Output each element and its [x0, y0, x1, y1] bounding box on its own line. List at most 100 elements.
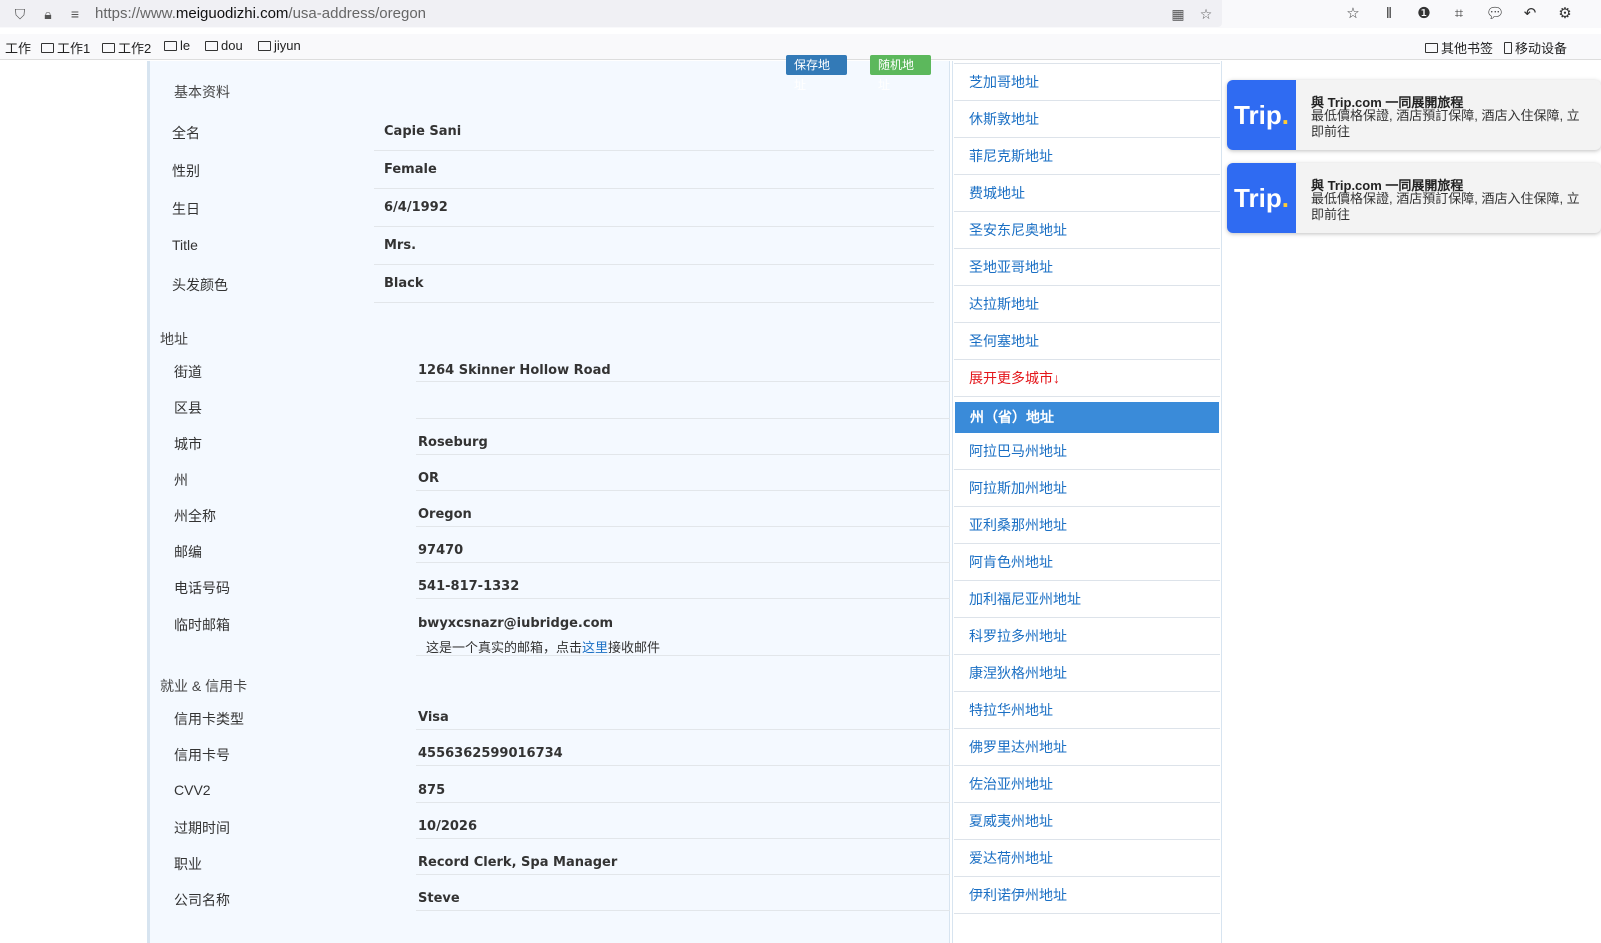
divider	[374, 150, 934, 151]
row-label: 电话号码	[174, 580, 230, 596]
random-address-button[interactable]: 随机地址	[870, 55, 931, 92]
cvv-value: 875	[418, 783, 446, 798]
qr-code-icon[interactable]: ▦	[1168, 4, 1188, 24]
sidebar-state-link[interactable]: 科罗拉多州地址	[954, 618, 1220, 655]
lock-icon[interactable]: 🔒︎	[38, 4, 58, 24]
divider	[416, 802, 950, 803]
crop-icon[interactable]: ⌗	[1447, 3, 1471, 25]
trip-ad[interactable]: Trip. 與 Trip.com 一同展開旅程 最低價格保證, 酒店預訂保障, …	[1227, 80, 1601, 150]
bookmark-folder[interactable]: le	[164, 38, 190, 53]
row-label: 头发颜色	[172, 277, 228, 293]
folder-icon	[1425, 42, 1438, 53]
bookmark-star-icon[interactable]: ☆	[1196, 4, 1216, 24]
sidebar-state-link[interactable]: 佐治亚州地址	[954, 766, 1220, 803]
library-icon[interactable]: ‖	[1377, 3, 1401, 25]
divider	[416, 454, 950, 455]
company-value: Steve	[418, 891, 460, 906]
divider	[416, 874, 950, 875]
sidebar-city-link[interactable]: 菲尼克斯地址	[954, 138, 1220, 175]
sidebar-state-link[interactable]: 加利福尼亚州地址	[954, 581, 1220, 618]
sidebar-state-link[interactable]: 亚利桑那州地址	[954, 507, 1220, 544]
sidebar-state-link[interactable]: 阿拉斯加州地址	[954, 470, 1220, 507]
email-note: 这是一个真实的邮箱，点击这里接收邮件	[426, 640, 661, 655]
divider	[416, 490, 950, 491]
sidebar-city-link[interactable]: 圣何塞地址	[954, 323, 1220, 360]
browser-toolbar: ⛉ 🔒︎ ≡ https://www.meiguodizhi.com/usa-a…	[0, 0, 1601, 28]
bookmark-folder[interactable]: jiyun	[258, 38, 301, 53]
extension-badge-icon[interactable]: ❶	[1412, 3, 1436, 25]
permissions-icon[interactable]: ≡	[65, 4, 85, 24]
save-address-button[interactable]: 保存地址	[786, 55, 847, 92]
row-label: 临时邮箱	[174, 617, 230, 633]
temp-email-value[interactable]: bwyxcsnazr@iubridge.com	[418, 616, 613, 631]
sidebar-state-link[interactable]: 特拉华州地址	[954, 692, 1220, 729]
divider	[416, 765, 950, 766]
sidebar-city-link[interactable]: 圣地亚哥地址	[954, 249, 1220, 286]
states-header: 州（省）地址	[955, 402, 1219, 433]
bookmark-folder-other[interactable]: 其他书签	[1425, 38, 1493, 57]
row-label: Title	[172, 237, 198, 253]
sidebar-state-link[interactable]: 阿肯色州地址	[954, 544, 1220, 581]
card-type-value: Visa	[418, 710, 449, 725]
sidebar-state-link[interactable]: 阿拉巴马州地址	[954, 433, 1220, 470]
bookmark-folder[interactable]: 工作2	[102, 38, 151, 57]
sidebar-state-link[interactable]: 爱达荷州地址	[954, 840, 1220, 877]
sidebar-city-link[interactable]: 圣安东尼奥地址	[954, 212, 1220, 249]
trip-ad[interactable]: Trip. 與 Trip.com 一同展開旅程 最低價格保證, 酒店預訂保障, …	[1227, 163, 1601, 233]
row-label: 信用卡类型	[174, 711, 244, 727]
sidebar-city-link[interactable]: 费城地址	[954, 175, 1220, 212]
street-value: 1264 Skinner Hollow Road	[418, 363, 611, 378]
gender-value: Female	[384, 162, 437, 177]
divider	[416, 526, 950, 527]
bookmark-item[interactable]: 工作	[5, 38, 31, 57]
employment-title: 就业 & 信用卡	[160, 678, 248, 694]
extensions-icon[interactable]: ⚙	[1553, 3, 1577, 25]
sidebar-state-link[interactable]: 康涅狄格州地址	[954, 655, 1220, 692]
save-to-pocket-icon[interactable]: ☆	[1341, 3, 1365, 25]
sidebar-city-link[interactable]: 休斯敦地址	[954, 101, 1220, 138]
back-arrow-icon[interactable]: ↶	[1518, 3, 1542, 25]
divider	[416, 910, 950, 911]
zip-value: 97470	[418, 543, 464, 558]
row-label: 邮编	[174, 544, 202, 560]
divider	[416, 655, 950, 656]
divider	[374, 302, 934, 303]
divider	[416, 729, 950, 730]
sidebar-state-link[interactable]: 伊利诺伊州地址	[954, 877, 1220, 914]
birthday-value: 6/4/1992	[384, 200, 448, 215]
url-field[interactable]: ⛉ 🔒︎ ≡ https://www.meiguodizhi.com/usa-a…	[0, 0, 1222, 27]
expand-more-cities-link[interactable]: 展开更多城市↓	[954, 360, 1220, 397]
expiry-value: 10/2026	[418, 819, 478, 834]
trip-logo: Trip.	[1227, 80, 1296, 150]
sidebar-state-link[interactable]: 佛罗里达州地址	[954, 729, 1220, 766]
folder-icon	[205, 40, 218, 51]
row-label: 公司名称	[174, 892, 230, 908]
trip-logo: Trip.	[1227, 163, 1296, 233]
state-full-value: Oregon	[418, 507, 472, 522]
sidebar-city-link[interactable]: 达拉斯地址	[954, 286, 1220, 323]
city-value: Roseburg	[418, 435, 488, 450]
bookmark-folder[interactable]: dou	[205, 38, 243, 53]
bookmark-folder[interactable]: 工作1	[41, 38, 90, 57]
row-label: 州全称	[174, 508, 216, 524]
divider	[374, 226, 934, 227]
hair-color-value: Black	[384, 276, 424, 291]
receive-mail-link[interactable]: 这里	[582, 640, 608, 655]
row-label: 信用卡号	[174, 747, 230, 763]
basic-info-title: 基本资料	[174, 84, 230, 100]
chat-icon[interactable]: 💬︎	[1483, 3, 1507, 25]
row-label: 州	[174, 472, 188, 488]
sidebar-city-link[interactable]: 芝加哥地址	[954, 64, 1220, 101]
divider	[416, 598, 950, 599]
ad-description: 最低價格保證, 酒店預訂保障, 酒店入住保障, 立即前往	[1311, 108, 1580, 139]
sidebar-state-link[interactable]: 夏威夷州地址	[954, 803, 1220, 840]
folder-icon	[102, 42, 115, 53]
url-text[interactable]: https://www.meiguodizhi.com/usa-address/…	[95, 5, 426, 22]
shield-icon[interactable]: ⛉	[10, 4, 30, 24]
phone-value: 541-817-1332	[418, 579, 520, 594]
full-name-value: Capie Sani	[384, 124, 462, 139]
bookmark-folder-mobile[interactable]: 移动设备	[1504, 38, 1567, 57]
address-title: 地址	[160, 331, 188, 347]
row-label: 全名	[172, 125, 200, 141]
row-label: 街道	[174, 364, 202, 380]
